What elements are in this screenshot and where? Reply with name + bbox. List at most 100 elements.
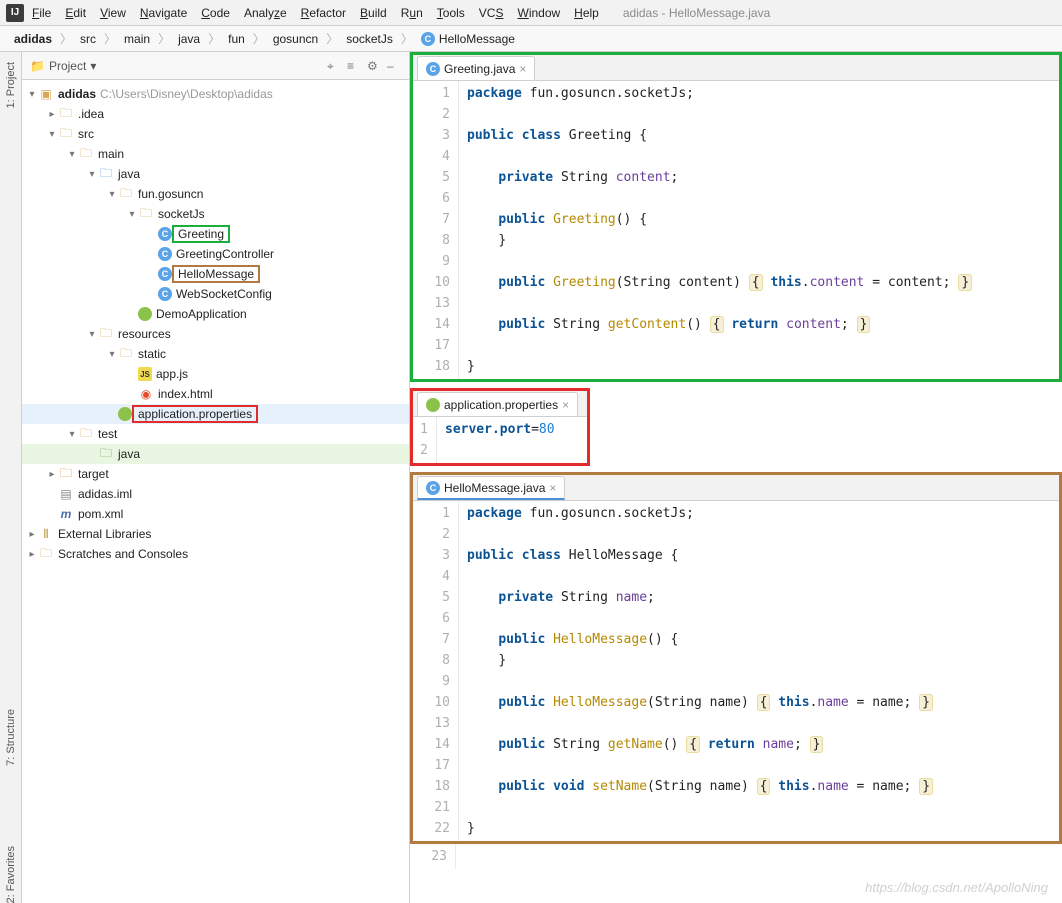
menu-edit[interactable]: Edit	[59, 4, 92, 22]
scratches-icon: 🗀	[38, 546, 54, 562]
hide-icon[interactable]: –	[387, 59, 401, 73]
menu-run[interactable]: Run	[395, 4, 429, 22]
folder-icon: 🗀	[58, 466, 74, 482]
tree-scratch[interactable]: ▸🗀Scratches and Consoles	[22, 544, 409, 564]
chevron-right-icon[interactable]: ▸	[46, 109, 58, 120]
tree-extlibs[interactable]: ▸⫴External Libraries	[22, 524, 409, 544]
tree-demoapp[interactable]: DemoApplication	[22, 304, 409, 324]
menu-refactor[interactable]: Refactor	[295, 4, 352, 22]
folder-icon: 🗀	[118, 346, 134, 362]
menu-analyze[interactable]: Analyze	[238, 4, 293, 22]
project-tree[interactable]: ▾ ▣ adidas C:\Users\Disney\Desktop\adida…	[22, 80, 409, 903]
gear-icon[interactable]: ⚙	[367, 59, 381, 73]
tab-appprops[interactable]: application.properties×	[417, 392, 578, 416]
resources-folder-icon: 🗀	[98, 326, 114, 342]
rail-structure[interactable]: 7: Structure	[5, 709, 17, 766]
tree-main[interactable]: ▾🗀main	[22, 144, 409, 164]
gutter-3: 12345678910131417182122	[413, 501, 459, 841]
tree-hello[interactable]: CHelloMessage	[22, 264, 409, 284]
crumb-1[interactable]: src	[74, 30, 102, 48]
editor-area: CGreeting.java× 1234567891013141718 pack…	[410, 52, 1062, 903]
crumb-4[interactable]: fun	[222, 30, 251, 48]
tree-socketjs[interactable]: ▾🗀socketJs	[22, 204, 409, 224]
rail-favorites[interactable]: 2: Favorites	[5, 846, 17, 903]
crumb-7[interactable]: CHelloMessage	[415, 30, 521, 48]
code-hello[interactable]: package fun.gosuncn.socketJs; public cla…	[459, 501, 1059, 841]
code-appprops[interactable]: server.port=80	[437, 417, 587, 463]
close-icon[interactable]: ×	[549, 481, 556, 495]
tree-adidasiml[interactable]: ▤adidas.iml	[22, 484, 409, 504]
class-icon: C	[421, 32, 435, 46]
menu-navigate[interactable]: Navigate	[134, 4, 193, 22]
properties-file-icon	[426, 398, 440, 412]
gutter-2: 12	[413, 417, 437, 463]
iml-file-icon: ▤	[58, 486, 74, 502]
tab-greeting[interactable]: CGreeting.java×	[417, 56, 535, 80]
tree-resources[interactable]: ▾🗀resources	[22, 324, 409, 344]
close-icon[interactable]: ×	[519, 62, 526, 76]
tree-websocket[interactable]: CWebSocketConfig	[22, 284, 409, 304]
close-icon[interactable]: ×	[562, 398, 569, 412]
tree-src[interactable]: ▾🗀src	[22, 124, 409, 144]
tree-greetingctrl[interactable]: CGreetingController	[22, 244, 409, 264]
tab-row-1: CGreeting.java×	[413, 55, 1059, 81]
tree-greeting[interactable]: CGreeting	[22, 224, 409, 244]
editor-appprops: application.properties× 12 server.port=8…	[410, 388, 590, 466]
crumb-3[interactable]: java	[172, 30, 206, 48]
code-greeting[interactable]: package fun.gosuncn.socketJs; public cla…	[459, 81, 1059, 379]
menu-file[interactable]: File	[26, 4, 57, 22]
menu-code[interactable]: Code	[195, 4, 236, 22]
menu-window[interactable]: Window	[511, 4, 566, 22]
source-folder-icon: 🗀	[98, 166, 114, 182]
folder-icon: 🗀	[58, 106, 74, 122]
tree-java[interactable]: ▾🗀java	[22, 164, 409, 184]
tree-pom[interactable]: mpom.xml	[22, 504, 409, 524]
tree-appprops[interactable]: application.properties	[22, 404, 409, 424]
class-icon: C	[158, 267, 172, 281]
rail-project[interactable]: 1: Project	[5, 62, 17, 108]
locate-icon[interactable]: ⌖	[327, 59, 341, 73]
properties-file-icon	[118, 407, 132, 421]
editor-hello-overflow: 23	[410, 844, 1062, 869]
js-file-icon: JS	[138, 367, 152, 381]
menu-help[interactable]: Help	[568, 4, 605, 22]
tree-java2[interactable]: 🗀java	[22, 444, 409, 464]
crumb-0[interactable]: adidas	[8, 30, 58, 48]
tab-hello[interactable]: CHelloMessage.java×	[417, 476, 565, 500]
tool-window-rail: 1: Project 7: Structure 2: Favorites	[0, 52, 22, 903]
chevron-down-icon[interactable]: ▾	[26, 89, 38, 100]
package-icon: 🗀	[138, 206, 154, 222]
breadcrumb: adidas〉 src〉 main〉 java〉 fun〉 gosuncn〉 s…	[0, 26, 1062, 52]
test-source-folder-icon: 🗀	[98, 446, 114, 462]
crumb-6[interactable]: socketJs	[340, 30, 399, 48]
class-icon: C	[158, 287, 172, 301]
window-title: adidas - HelloMessage.java	[623, 6, 770, 20]
crumb-2[interactable]: main	[118, 30, 156, 48]
tab-row-2: application.properties×	[413, 391, 587, 417]
editor-hello: CHelloMessage.java× 12345678910131417182…	[410, 472, 1062, 844]
tree-idea[interactable]: ▸🗀.idea	[22, 104, 409, 124]
tree-root[interactable]: ▾ ▣ adidas C:\Users\Disney\Desktop\adida…	[22, 84, 409, 104]
editor-greeting: CGreeting.java× 1234567891013141718 pack…	[410, 52, 1062, 382]
collapse-icon[interactable]: ≡	[347, 59, 361, 73]
tree-test[interactable]: ▾🗀test	[22, 424, 409, 444]
tree-target[interactable]: ▸🗀target	[22, 464, 409, 484]
menu-view[interactable]: View	[94, 4, 132, 22]
crumb-5[interactable]: gosuncn	[267, 30, 324, 48]
tree-appjs[interactable]: JSapp.js	[22, 364, 409, 384]
tree-static[interactable]: ▾🗀static	[22, 344, 409, 364]
app-logo-icon: IJ	[6, 4, 24, 22]
tree-fun[interactable]: ▾🗀fun.gosuncn	[22, 184, 409, 204]
class-icon: C	[158, 227, 172, 241]
tab-row-3: CHelloMessage.java×	[413, 475, 1059, 501]
tree-indexhtml[interactable]: ◉index.html	[22, 384, 409, 404]
class-icon: C	[426, 481, 440, 495]
menu-vcs[interactable]: VCS	[473, 4, 510, 22]
menu-tools[interactable]: Tools	[431, 4, 471, 22]
project-panel-title[interactable]: 📁 Project ▾	[30, 59, 96, 73]
project-panel-header: 📁 Project ▾ ⌖ ≡ ⚙ –	[22, 52, 409, 80]
menu-build[interactable]: Build	[354, 4, 393, 22]
watermark: https://blog.csdn.net/ApolloNing	[865, 880, 1048, 895]
project-panel: 📁 Project ▾ ⌖ ≡ ⚙ – ▾ ▣ adidas C:\Users\…	[22, 52, 410, 903]
class-icon: C	[426, 62, 440, 76]
